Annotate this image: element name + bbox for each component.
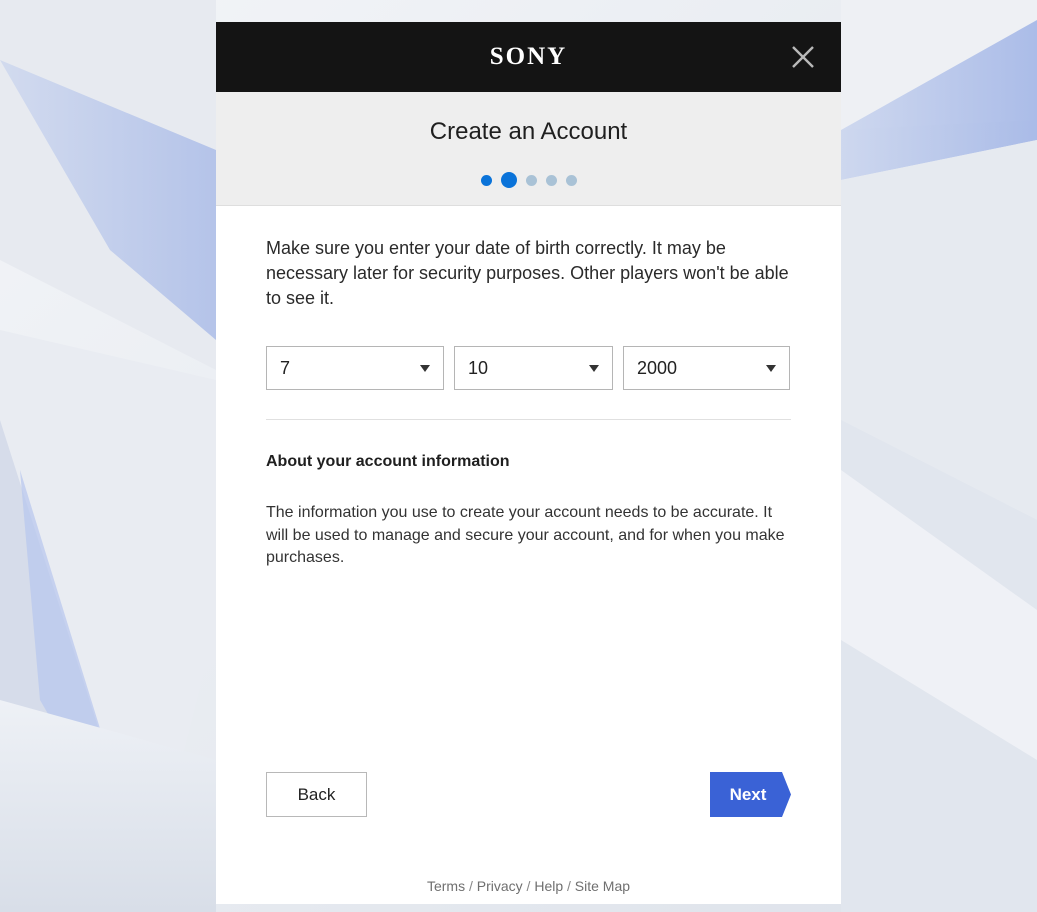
- dob-second-select[interactable]: 10: [454, 346, 613, 390]
- step-dot-4: [545, 174, 557, 186]
- dob-first-value: 7: [280, 358, 291, 378]
- account-info-body: The information you use to create your a…: [266, 504, 785, 566]
- footer-link-privacy[interactable]: Privacy: [477, 878, 523, 894]
- step-dot-5: [565, 174, 577, 186]
- footer-link-terms[interactable]: Terms: [427, 878, 465, 894]
- dob-year-value: 2000: [637, 358, 678, 378]
- close-button[interactable]: [790, 44, 816, 70]
- back-button[interactable]: Back: [266, 772, 367, 817]
- account-info-heading: About your account information: [266, 453, 510, 470]
- next-button-label: Next: [729, 785, 767, 804]
- dob-first-select[interactable]: 7: [266, 346, 444, 390]
- create-account-dialog: SONY Create an Account Make sure you ent…: [216, 22, 841, 904]
- caret-down-icon: [766, 365, 776, 372]
- caret-down-icon: [420, 365, 430, 372]
- caret-down-icon: [589, 365, 599, 372]
- step-dot-1: [480, 174, 492, 186]
- step-dot-3: [525, 174, 537, 186]
- footer-separator: /: [468, 878, 477, 894]
- footer-link-help[interactable]: Help: [534, 878, 563, 894]
- footer-separator: /: [567, 878, 575, 894]
- footer-links: Terms / Privacy / Help / Site Map: [216, 878, 841, 894]
- step-dot-2-current: [500, 172, 517, 188]
- next-button[interactable]: Next: [710, 772, 792, 817]
- close-icon: [792, 46, 814, 68]
- footer-link-site-map[interactable]: Site Map: [575, 878, 630, 894]
- divider: [266, 419, 791, 420]
- dob-year-select[interactable]: 2000: [623, 346, 790, 390]
- page-title: Create an Account: [429, 118, 628, 145]
- top-bar: SONY: [216, 22, 841, 92]
- sony-logo: SONY: [489, 43, 568, 70]
- dob-second-value: 10: [468, 358, 489, 378]
- dob-instructions: Make sure you enter your date of birth c…: [266, 238, 789, 308]
- header-band: Create an Account: [216, 92, 841, 206]
- progress-stepper: [216, 172, 841, 188]
